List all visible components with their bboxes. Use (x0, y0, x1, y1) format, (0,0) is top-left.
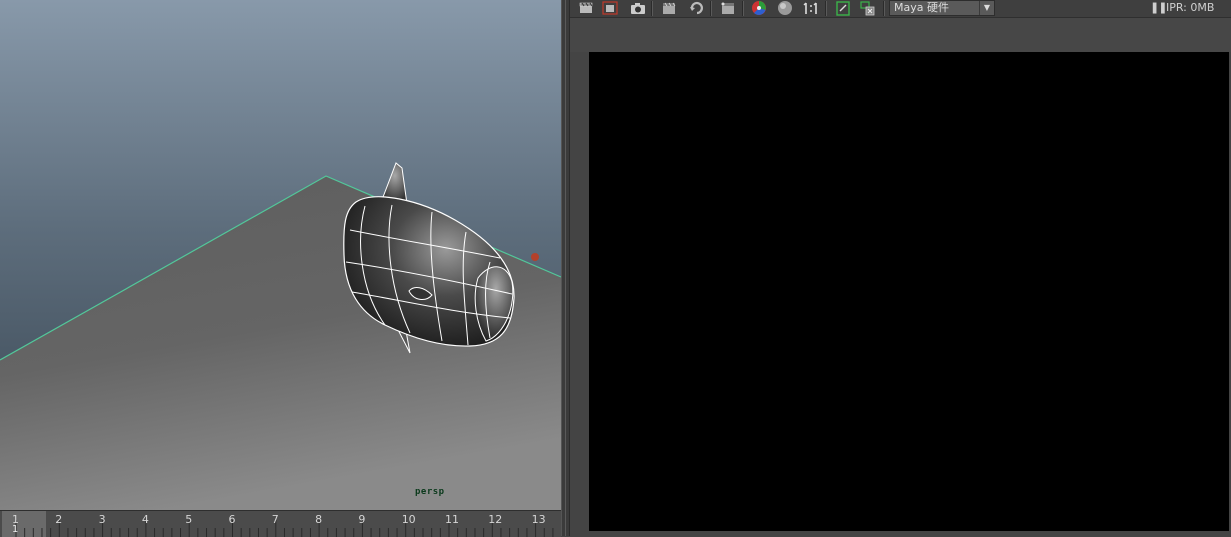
renderer-dropdown-value: Maya 硬件 (894, 1, 949, 14)
time-slider-frame-label: 8 (315, 513, 323, 526)
rgb-channel-icon[interactable] (749, 0, 769, 16)
time-slider-frame-label: 3 (98, 513, 106, 526)
render-view-panel: Maya 硬件 ▼ ❚❚ IPR: 0MB (570, 0, 1231, 536)
keep-image-icon[interactable] (833, 0, 853, 16)
current-frame-value: 1 (12, 524, 19, 535)
toolbar-separator (651, 1, 653, 16)
viewport-scene[interactable] (0, 0, 561, 510)
time-slider-frame-label: 7 (271, 513, 279, 526)
toolbar-separator (883, 1, 885, 16)
time-slider-frame-label: 9 (358, 513, 366, 526)
time-slider-frame-label: 13 (531, 513, 546, 526)
time-slider-frame-label: 12 (488, 513, 503, 526)
pivot-marker[interactable] (531, 253, 539, 261)
toolbar-separator (742, 1, 744, 16)
alpha-channel-icon[interactable] (775, 0, 795, 16)
perspective-viewport[interactable]: persp (0, 0, 561, 510)
time-slider-frame-label: 6 (228, 513, 236, 526)
render-view-toolbar: Maya 硬件 ▼ ❚❚ IPR: 0MB (570, 0, 1231, 18)
time-slider-frame-label: 4 (141, 513, 149, 526)
render-view-strip (570, 18, 1231, 52)
time-slider-frame-label: 2 (55, 513, 63, 526)
camera-label: persp (415, 487, 445, 497)
one-to-one-icon[interactable] (801, 0, 821, 16)
pause-ipr-icon[interactable]: ❚❚ (1150, 0, 1167, 15)
snapshot-icon[interactable] (628, 0, 648, 16)
region-render-icon[interactable] (659, 0, 679, 16)
time-slider-frame-label: 11 (445, 513, 459, 526)
time-slider-ticks (15, 520, 554, 537)
clapper-icon[interactable] (576, 0, 596, 16)
time-slider-frame-label: 5 (185, 513, 193, 526)
remove-image-icon[interactable] (858, 0, 878, 16)
ipr-render-icon[interactable] (718, 0, 738, 16)
redo-render-icon[interactable] (600, 0, 620, 16)
refresh-icon[interactable] (687, 0, 707, 16)
render-image-area[interactable] (589, 52, 1229, 531)
chevron-down-icon[interactable]: ▼ (979, 1, 994, 15)
toolbar-separator (710, 1, 712, 16)
ipr-memory-status: IPR: 0MB (1166, 1, 1215, 14)
renderer-dropdown[interactable]: Maya 硬件 ▼ (889, 0, 995, 16)
time-slider-frame-label: 10 (401, 513, 416, 526)
toolbar-separator (825, 1, 827, 16)
time-slider[interactable]: 1 2 3 4 5 6 7 8 9 10 11 12 13 1 (0, 510, 561, 537)
panel-splitter[interactable] (561, 0, 570, 536)
